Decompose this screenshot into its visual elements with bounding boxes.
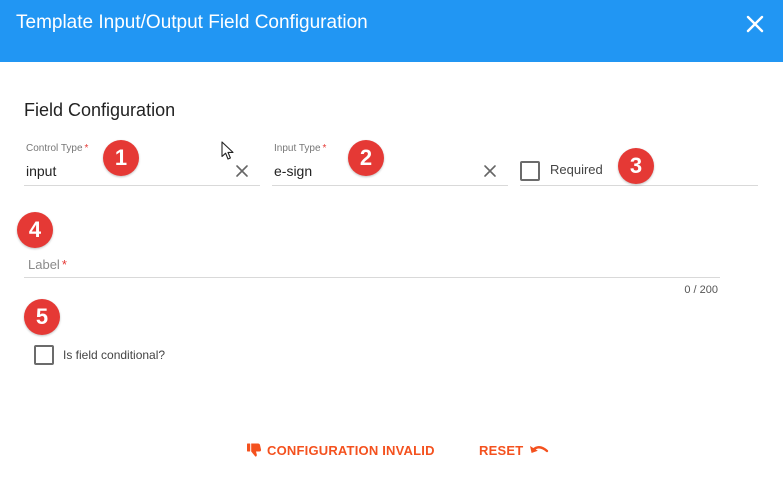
annotation-badge-3: 3: [618, 148, 654, 184]
conditional-checkbox[interactable]: [34, 345, 54, 365]
input-type-value[interactable]: e-sign: [274, 163, 312, 179]
annotation-badge-4: 4: [17, 212, 53, 248]
thumbs-down-icon: [247, 443, 262, 457]
control-type-value[interactable]: input: [26, 163, 56, 179]
dialog-header: Template Input/Output Field Configuratio…: [0, 0, 783, 62]
required-marker: *: [84, 143, 89, 154]
annotation-badge-1: 1: [103, 140, 139, 176]
input-type-underline: [272, 185, 508, 186]
undo-icon: [530, 446, 549, 453]
input-type-field[interactable]: Input Type * e-sign: [272, 143, 508, 186]
annotation-badge-5: 5: [24, 299, 60, 335]
close-icon[interactable]: [742, 11, 768, 37]
label-input[interactable]: [24, 254, 720, 278]
label-placeholder: Label *: [28, 257, 67, 272]
control-type-label: Control Type *: [26, 143, 89, 154]
required-marker: *: [322, 143, 327, 154]
required-checkbox-label[interactable]: Required: [550, 162, 603, 177]
close-button[interactable]: [742, 11, 768, 37]
input-type-clear-button[interactable]: [482, 163, 498, 179]
reset-button[interactable]: RESET: [479, 442, 550, 458]
mouse-cursor-icon: [221, 141, 234, 160]
control-type-underline: [24, 185, 260, 186]
label-char-counter: 0 / 200: [684, 284, 718, 296]
required-checkbox[interactable]: [520, 161, 540, 181]
dialog-title: Template Input/Output Field Configuratio…: [16, 12, 368, 33]
input-type-label: Input Type *: [274, 143, 327, 154]
control-type-clear-button[interactable]: [234, 163, 250, 179]
configuration-invalid-label[interactable]: CONFIGURATION INVALID: [267, 443, 435, 458]
reset-label[interactable]: RESET: [479, 443, 523, 458]
configuration-invalid-button[interactable]: CONFIGURATION INVALID: [246, 442, 435, 458]
clear-icon[interactable]: [482, 163, 498, 179]
required-marker: *: [61, 257, 67, 272]
annotation-badge-2: 2: [348, 140, 384, 176]
clear-icon[interactable]: [234, 163, 250, 179]
label-underline: [24, 277, 720, 278]
section-title: Field Configuration: [24, 100, 176, 120]
required-underline: [520, 185, 758, 186]
conditional-checkbox-label[interactable]: Is field conditional?: [63, 348, 165, 362]
